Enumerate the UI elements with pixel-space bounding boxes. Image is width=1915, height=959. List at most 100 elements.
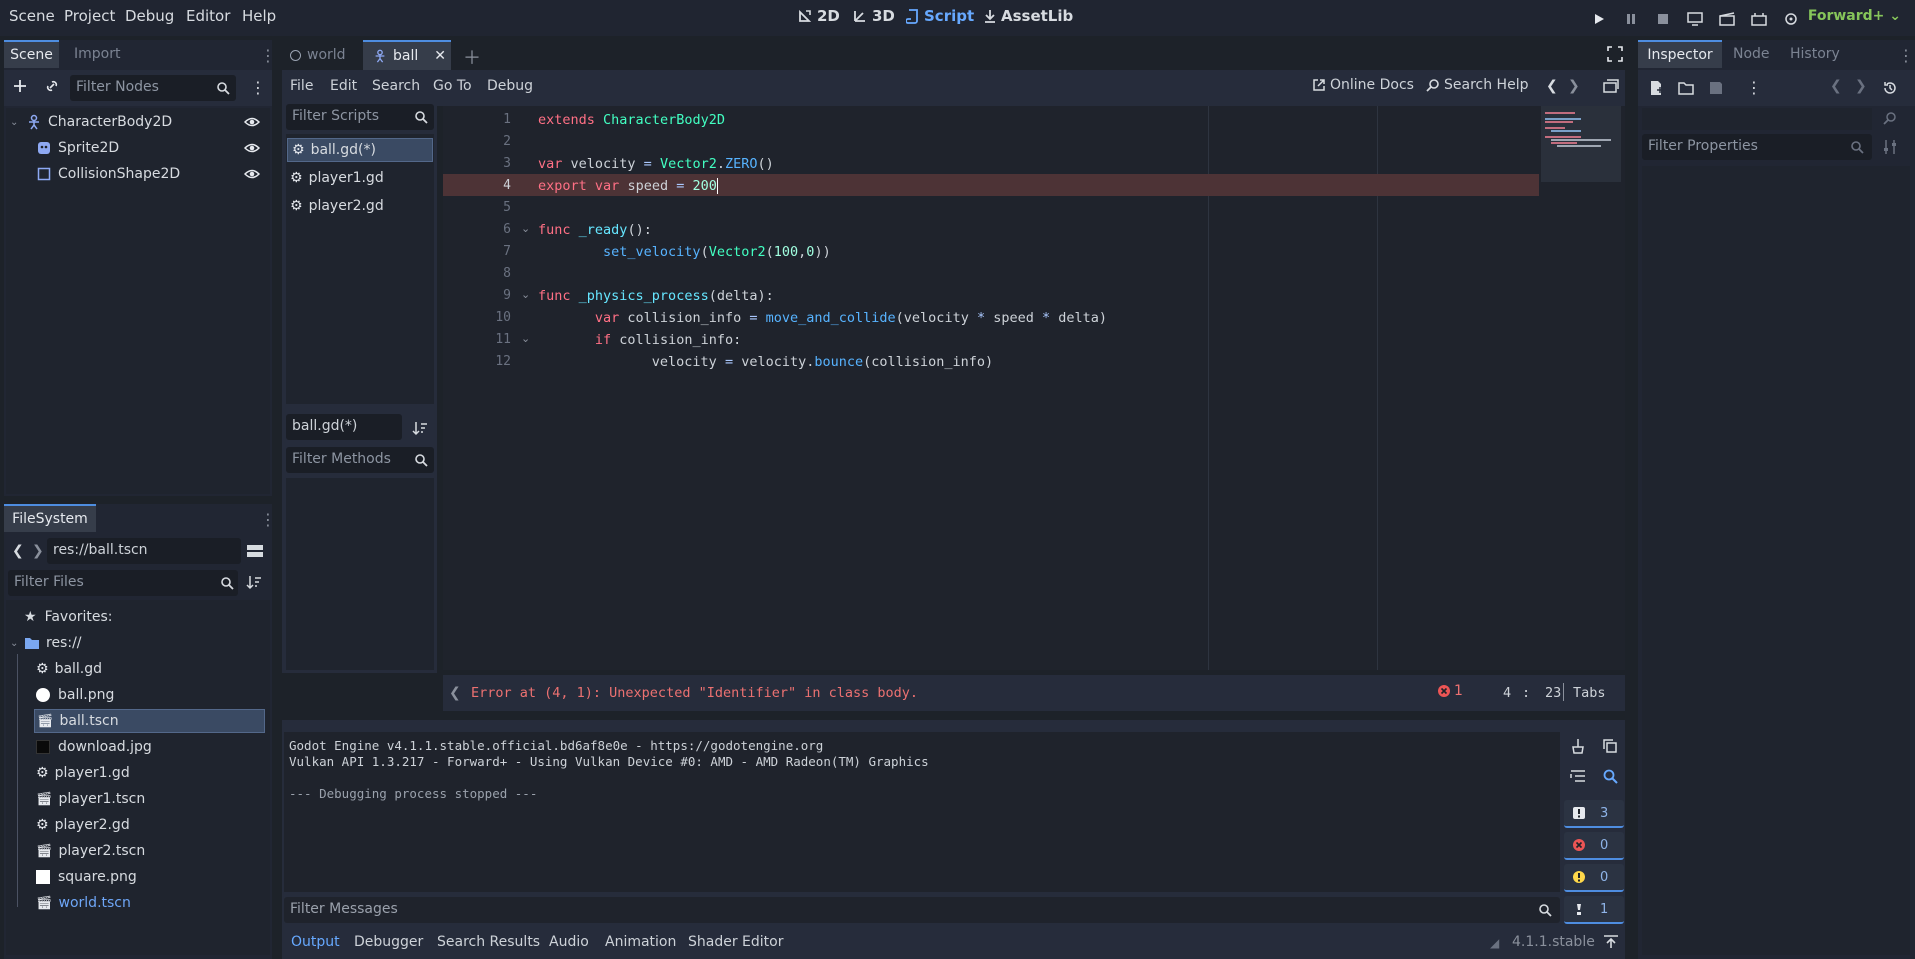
tree-node-collisionshape2d[interactable]: CollisionShape2D <box>36 162 180 186</box>
filesystem-path-input[interactable]: res://ball.tscn <box>47 538 241 564</box>
pause-button[interactable] <box>1620 8 1642 30</box>
menu-editor[interactable]: Editor <box>186 7 230 25</box>
new-resource-button[interactable] <box>1648 80 1664 96</box>
forward-icon[interactable]: ❯ <box>32 543 44 559</box>
file-player1-tscn[interactable]: 🎬︎ player1.tscn <box>36 787 145 811</box>
tab-filesystem[interactable]: FileSystem <box>4 504 96 532</box>
toggle-scripts-panel-button[interactable] <box>1603 79 1619 93</box>
split-mode-button[interactable] <box>246 542 264 560</box>
filter-methods-input[interactable]: Filter Methods <box>286 447 434 473</box>
filter-files-input[interactable]: Filter Files <box>8 570 238 596</box>
visibility-eye-icon[interactable] <box>244 167 260 181</box>
inspector-settings-button[interactable] <box>1882 139 1898 155</box>
file-world-tscn[interactable]: 🎬︎ world.tscn <box>36 891 131 915</box>
menu-debug[interactable]: Debug <box>125 7 174 25</box>
tab-scene[interactable]: Scene <box>4 40 59 68</box>
file-ball-png[interactable]: ball.png <box>36 683 114 707</box>
previous-object-icon[interactable]: ❮ <box>1830 78 1842 94</box>
renderer-selector[interactable]: Forward+ ⌄ <box>1808 8 1901 24</box>
version-label[interactable]: 4.1.1.stable <box>1512 934 1595 950</box>
copy-output-button[interactable] <box>1602 738 1618 754</box>
file-download-jpg[interactable]: download.jpg <box>36 735 152 759</box>
filter-messages-toggle[interactable]: 3 <box>1564 800 1624 828</box>
tab-inspector[interactable]: Inspector <box>1638 40 1722 68</box>
menu-scene[interactable]: Scene <box>9 7 55 25</box>
search-help-button[interactable]: Search Help <box>1426 77 1528 93</box>
folder-res[interactable]: ⌄ res:// <box>10 631 82 655</box>
bottom-tab-audio[interactable]: Audio <box>549 934 589 950</box>
script-menu-search[interactable]: Search <box>372 78 420 94</box>
filter-warnings-toggle[interactable]: 0 <box>1564 864 1624 892</box>
workspace-assetlib[interactable]: AssetLib <box>983 7 1073 25</box>
tab-node[interactable]: Node <box>1733 46 1770 62</box>
bottom-tab-shader-editor[interactable]: Shader Editor <box>688 934 783 950</box>
tree-node-sprite2d[interactable]: Sprite2D <box>36 136 119 160</box>
file-square-png[interactable]: square.png <box>36 865 137 889</box>
close-icon[interactable]: ✕ <box>434 48 446 64</box>
tree-node-characterbody2d[interactable]: ⌄ CharacterBody2D <box>10 110 265 134</box>
save-resource-button[interactable] <box>1708 80 1724 96</box>
play-button[interactable] <box>1588 8 1610 30</box>
sort-methods-button[interactable] <box>412 420 428 436</box>
online-docs-button[interactable]: Online Docs <box>1312 77 1414 93</box>
filter-nodes-input[interactable]: Filter Nodes <box>70 75 236 101</box>
script-menu-file[interactable]: File <box>290 78 313 94</box>
script-item-player1[interactable]: ⚙ player1.gd <box>290 166 384 190</box>
menu-help[interactable]: Help <box>242 7 276 25</box>
script-menu-debug[interactable]: Debug <box>487 78 533 94</box>
workspace-script[interactable]: Script <box>906 7 974 25</box>
remote-debug-button[interactable] <box>1684 8 1706 30</box>
script-item-ball[interactable]: ⚙ ball.gd(*) <box>287 138 433 162</box>
script-menu-goto[interactable]: Go To <box>433 78 472 94</box>
scene-dock-menu-icon[interactable]: ⋮ <box>260 46 276 65</box>
bottom-tab-animation[interactable]: Animation <box>605 934 676 950</box>
resource-options-icon[interactable]: ⋮ <box>1746 78 1762 97</box>
file-ball-gd[interactable]: ⚙ ball.gd <box>36 657 102 681</box>
filter-messages-input[interactable]: Filter Messages <box>284 897 1560 923</box>
expand-bottom-panel-button[interactable] <box>1603 935 1619 949</box>
tab-history[interactable]: History <box>1790 46 1840 62</box>
stop-button[interactable] <box>1652 8 1674 30</box>
instance-scene-button[interactable] <box>44 78 60 94</box>
file-player2-gd[interactable]: ⚙ player2.gd <box>36 813 130 837</box>
inspector-menu-icon[interactable]: ⋮ <box>1898 46 1914 65</box>
filter-scripts-input[interactable]: Filter Scripts <box>286 104 434 130</box>
clear-output-button[interactable] <box>1570 738 1586 754</box>
error-counter[interactable]: 1 <box>1437 683 1463 699</box>
update-spinner-icon[interactable]: ◢ <box>1490 936 1499 950</box>
add-node-button[interactable] <box>12 78 28 94</box>
filter-properties-input[interactable]: Filter Properties <box>1642 134 1872 160</box>
load-resource-button[interactable] <box>1678 80 1694 96</box>
scene-options-icon[interactable]: ⋮ <box>250 78 266 97</box>
visibility-eye-icon[interactable] <box>244 115 260 129</box>
bottom-tab-debugger[interactable]: Debugger <box>354 934 423 950</box>
sort-button[interactable] <box>246 574 262 590</box>
file-player2-tscn[interactable]: 🎬︎ player2.tscn <box>36 839 145 863</box>
file-player1-gd[interactable]: ⚙ player1.gd <box>36 761 130 785</box>
object-docs-button[interactable] <box>1882 110 1898 126</box>
collapse-duplicates-button[interactable] <box>1570 768 1586 784</box>
bottom-tab-search-results[interactable]: Search Results <box>437 934 540 950</box>
menu-project[interactable]: Project <box>64 7 115 25</box>
movie-maker-button[interactable] <box>1780 8 1802 30</box>
error-message[interactable]: Error at (4, 1): Unexpected "Identifier"… <box>471 685 918 701</box>
script-menu-edit[interactable]: Edit <box>330 78 357 94</box>
tab-import[interactable]: Import <box>74 46 120 62</box>
scene-tab-world[interactable]: world <box>290 40 346 70</box>
workspace-2d[interactable]: 2D <box>797 7 840 25</box>
bottom-tab-output[interactable]: Output <box>291 934 340 950</box>
filesystem-menu-icon[interactable]: ⋮ <box>260 510 276 529</box>
filter-editor-messages-toggle[interactable]: 1 <box>1564 896 1624 924</box>
scene-tab-ball[interactable]: ball ✕ <box>363 40 451 70</box>
add-scene-tab-icon[interactable]: ＋ <box>463 44 481 70</box>
play-custom-scene-button[interactable] <box>1748 8 1770 30</box>
back-icon[interactable]: ❮ <box>12 543 24 559</box>
next-object-icon[interactable]: ❯ <box>1855 78 1867 94</box>
fold-arrow-icon[interactable]: ⌄ <box>521 288 530 301</box>
distraction-free-button[interactable] <box>1607 46 1623 62</box>
fold-arrow-icon[interactable]: ⌄ <box>521 332 530 345</box>
filter-errors-toggle[interactable]: 0 <box>1564 832 1624 860</box>
previous-script-icon[interactable]: ❮ <box>1546 78 1558 94</box>
file-ball-tscn[interactable]: 🎬︎ ball.tscn <box>34 709 265 733</box>
next-script-icon[interactable]: ❯ <box>1568 78 1580 94</box>
